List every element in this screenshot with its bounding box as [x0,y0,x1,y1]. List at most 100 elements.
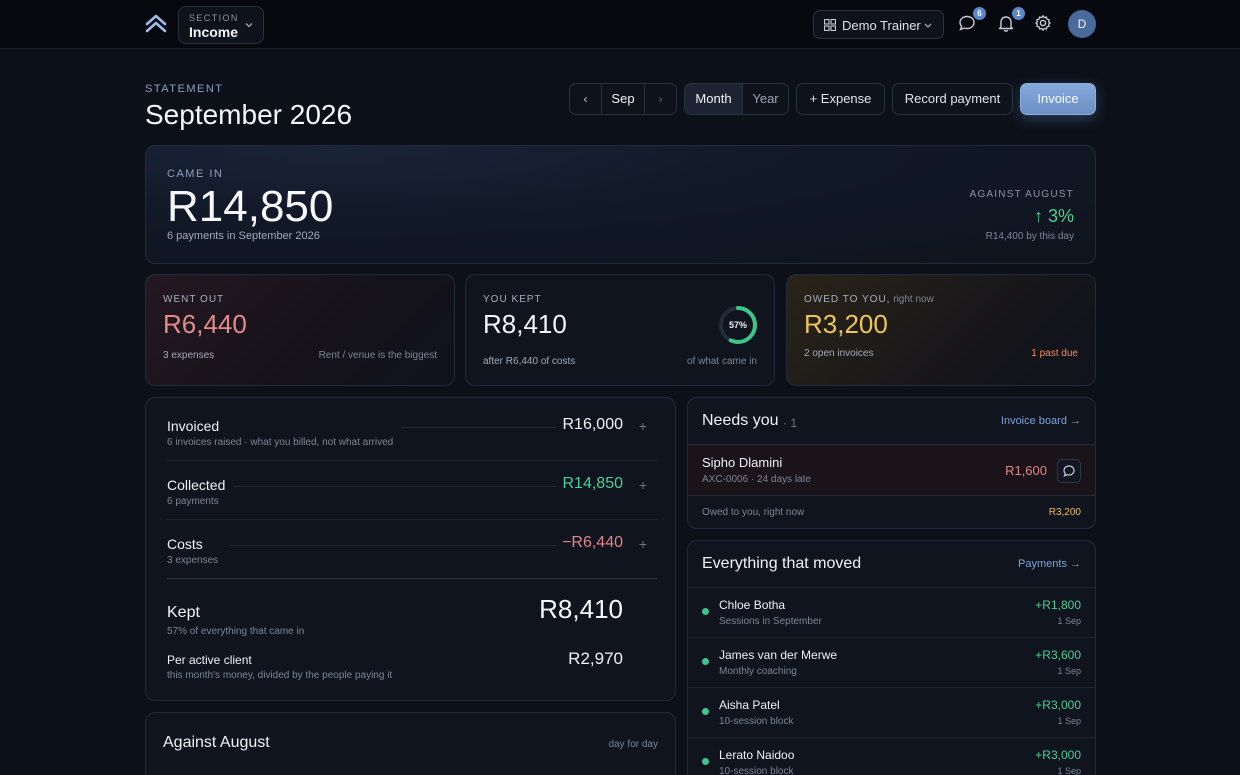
kept-value: R8,410 [539,594,623,624]
owed-kicker-main: OWED TO YOU, [804,294,891,305]
status-dot [702,708,709,715]
compare-sub: R14,400 by this day [985,231,1074,242]
payment-amount: +R3,000 [1035,748,1081,762]
client-name: Sipho Dlamini [702,455,783,470]
send-reminder-button[interactable] [1057,459,1081,483]
went-out-amount: R6,440 [163,309,247,339]
payer-name: Aisha Patel [719,698,780,712]
owed-kicker-suffix: right now [890,294,934,305]
breakdown-card: Invoiced 6 invoices raised · what you bi… [145,397,676,701]
period-option-year[interactable]: Year [743,84,788,114]
came-in-amount: R14,850 [167,182,334,231]
page-kicker: STATEMENT [145,83,224,95]
payment-desc: Monthly coaching [719,666,797,677]
payer-name: Lerato Naidoo [719,748,795,762]
trainer-label: Demo Trainer [842,18,921,33]
chat-bubble-icon [1063,465,1075,477]
breakdown-row-value: R16,000 [562,416,624,433]
period-option-month[interactable]: Month [685,84,743,114]
came-in-sub: 6 payments in September 2026 [167,230,320,242]
needs-you-card: Needs you · 1 Invoice board → Sipho Dlam… [687,397,1096,529]
kept-ratio-label: 57% [729,320,747,330]
notifications-button[interactable]: 1 [997,7,1025,34]
activity-title: Everything that moved [702,555,862,572]
breakdown-row-divider [229,545,556,546]
messages-button[interactable]: 6 [958,7,986,34]
breakdown-expand-button[interactable]: + [639,418,647,434]
breakdown-row-title: Costs [167,536,203,552]
payment-desc: 10-session block [719,716,794,727]
breakdown-expand-button[interactable]: + [639,536,647,552]
payment-date: 1 Sep [1057,766,1081,775]
per-client-value: R2,970 [568,649,623,668]
payments-link[interactable]: Payments → [1018,558,1081,570]
invoice-button[interactable]: Invoice [1020,83,1096,115]
owed-open-invoices: 2 open invoices [804,348,874,359]
divider [167,519,657,520]
breakdown-expand-button[interactable]: + [639,477,647,493]
payer-name: Chloe Botha [719,598,786,612]
breakdown-row-divider [401,427,556,428]
record-payment-button[interactable]: Record payment [892,83,1013,115]
status-dot [702,608,709,615]
breakdown-row-title: Invoiced [167,418,220,434]
list-item[interactable]: James van der Merwe Monthly coaching +R3… [688,637,1095,687]
breakdown-row-divider [233,486,556,487]
chevron-down-icon [245,23,253,28]
kept-ratio-ring: 57% [719,306,757,344]
section-switcher[interactable]: SECTION Income [178,6,264,44]
went-out-note: Rent / venue is the biggest [318,350,437,361]
you-kept-note: after R6,440 of costs [483,356,576,367]
invoice-meta: AXC-0006 · 24 days late [702,474,811,485]
against-august-card: Against August day for day [145,712,676,775]
payment-date: 1 Sep [1057,616,1081,626]
user-avatar[interactable]: D [1068,10,1096,38]
page-title: September 2026 [145,99,353,130]
divider [167,460,657,461]
breakdown-row-sub: 3 expenses [167,555,219,566]
payment-date: 1 Sep [1057,716,1081,726]
trainer-switcher[interactable]: Demo Trainer [813,10,944,39]
list-item[interactable]: Lerato Naidoo 10-session block +R3,000 1… [688,737,1095,775]
section-kicker: SECTION [189,13,239,23]
previous-month-button[interactable]: ‹ [570,84,602,114]
owed-kicker: OWED TO YOU, right now [804,294,934,305]
came-in-kicker: CAME IN [167,168,224,180]
invoice-board-link[interactable]: Invoice board → [1001,415,1081,427]
needs-you-count: · 1 [783,416,798,430]
chevron-down-icon [924,23,932,28]
you-kept-kicker: YOU KEPT [483,294,542,305]
invoice-amount: R1,600 [1005,463,1047,478]
divider [167,578,657,579]
next-month-button[interactable]: › [644,84,676,114]
gear-icon [1035,15,1051,31]
payment-desc: Sessions in September [719,616,822,627]
kept-title: Kept [167,604,200,621]
breakdown-row-collected: Collected 6 payments R14,850 + [167,475,655,511]
breakdown-row-value: −R6,440 [562,534,623,551]
compare-value: ↑ 3% [1033,206,1074,226]
settings-button[interactable] [1034,14,1054,34]
activity-card: Everything that moved Payments → Chloe B… [687,540,1096,775]
list-item[interactable]: Aisha Patel 10-session block +R3,000 1 S… [688,687,1095,737]
kept-sub: 57% of everything that came in [167,626,305,637]
against-august-title: Against August [163,734,270,751]
needs-you-item[interactable]: Sipho Dlamini AXC-0006 · 24 days late R1… [688,444,1095,496]
add-expense-button[interactable]: + Expense [796,83,885,115]
app-logo-icon[interactable] [145,12,167,34]
breakdown-row-title: Collected [167,477,226,493]
went-out-count: 3 expenses [163,350,215,361]
came-in-card: CAME IN R14,850 6 payments in September … [145,145,1096,264]
owed-past-due: 1 past due [1031,348,1078,359]
status-dot [702,758,709,765]
list-item[interactable]: Chloe Botha Sessions in September +R1,80… [688,587,1095,637]
breakdown-row-sub: 6 invoices raised · what you billed, not… [167,437,394,448]
month-navigator: ‹ Sep › [569,83,677,115]
payment-amount: +R3,000 [1035,698,1081,712]
owed-card: OWED TO YOU, right now R3,200 2 open inv… [786,274,1096,386]
needs-you-title: Needs you [702,412,779,429]
section-value: Income [189,24,239,40]
top-bar: SECTION Income Demo Trainer 6 1 D [0,0,1240,49]
messages-badge: 6 [973,7,986,20]
status-dot [702,658,709,665]
